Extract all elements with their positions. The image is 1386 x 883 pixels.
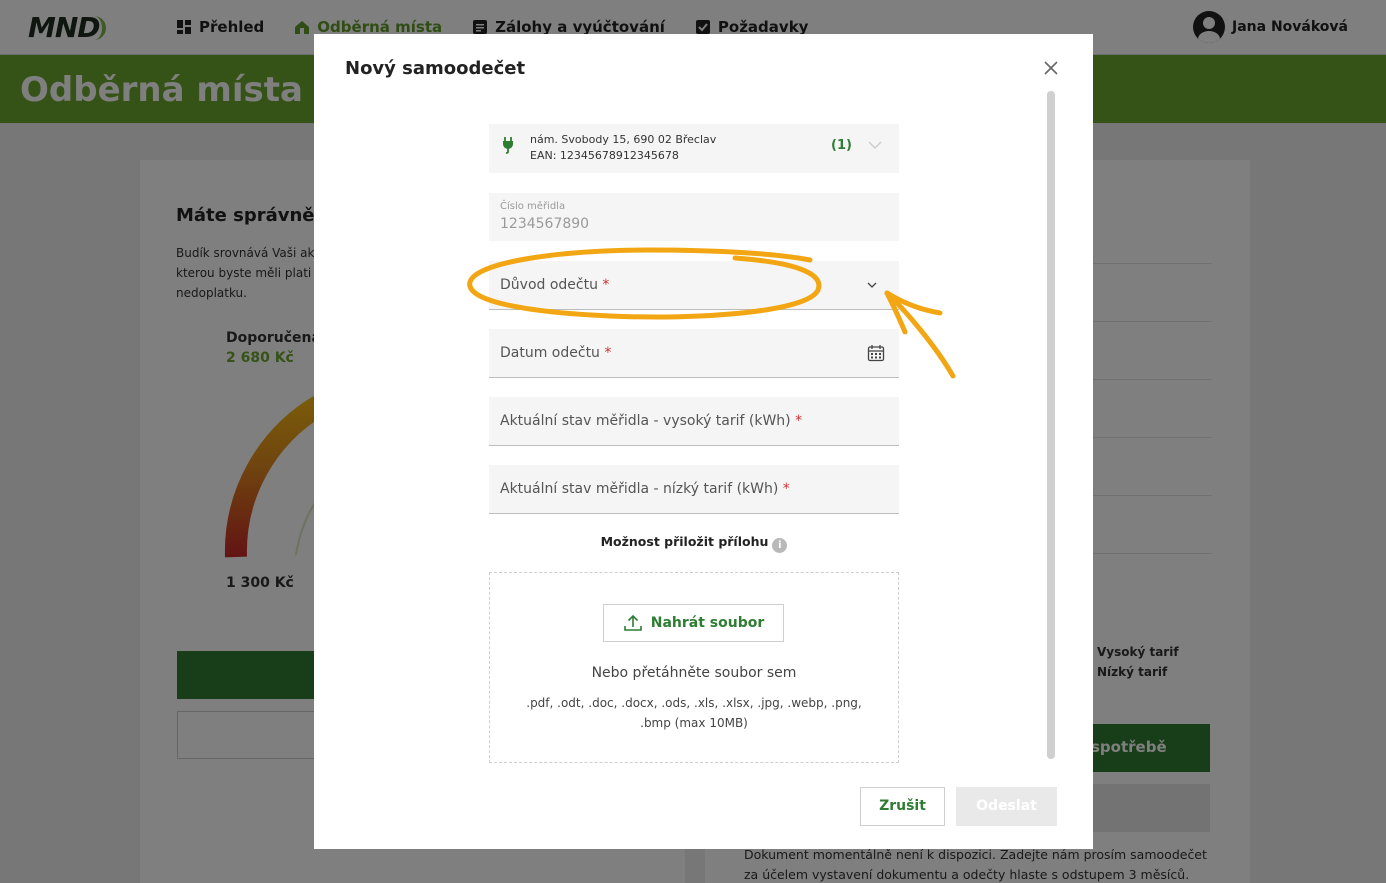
meter-number-value: 1234567890 bbox=[500, 216, 590, 232]
supply-point-ean: EAN: 12345678912345678 bbox=[530, 149, 679, 162]
supply-point-count: (1) bbox=[831, 138, 852, 153]
supply-point-select[interactable]: nám. Svobody 15, 690 02 Břeclav EAN: 123… bbox=[489, 124, 899, 173]
dialog-title: Nový samoodečet bbox=[345, 58, 526, 79]
allowed-formats: .pdf, .odt, .doc, .docx, .ods, .xls, .xl… bbox=[526, 696, 862, 730]
chevron-down-icon bbox=[867, 282, 877, 288]
submit-button[interactable]: Odeslat bbox=[956, 787, 1057, 826]
reading-reason-select[interactable]: Důvod odečtu * bbox=[489, 261, 899, 310]
low-tariff-label: Aktuální stav měřidla - nízký tarif (kWh… bbox=[500, 481, 790, 497]
file-dropzone[interactable]: Nahrát soubor Nebo přetáhněte soubor sem… bbox=[489, 572, 899, 763]
upload-file-button[interactable]: Nahrát soubor bbox=[603, 604, 784, 642]
upload-file-label: Nahrát soubor bbox=[650, 615, 765, 631]
attachment-title: Možnost přiložit přílohu i bbox=[489, 534, 899, 553]
meter-number-label: Číslo měřidla bbox=[500, 201, 566, 212]
plug-icon bbox=[503, 137, 513, 154]
high-tariff-label: Aktuální stav měřidla - vysoký tarif (kW… bbox=[500, 413, 803, 429]
high-tariff-input[interactable]: Aktuální stav měřidla - vysoký tarif (kW… bbox=[489, 397, 899, 446]
upload-icon bbox=[623, 614, 642, 631]
reading-date-label: Datum odečtu * bbox=[500, 345, 612, 361]
low-tariff-input[interactable]: Aktuální stav měřidla - nízký tarif (kWh… bbox=[489, 465, 899, 514]
chevron-down-icon bbox=[868, 141, 882, 149]
reading-date-field[interactable]: Datum odečtu * bbox=[489, 329, 899, 378]
new-reading-dialog: Nový samoodečet nám. Svobody 15, 690 02 … bbox=[314, 34, 1093, 849]
calendar-icon[interactable] bbox=[867, 344, 885, 362]
scrollbar-thumb[interactable] bbox=[1047, 91, 1055, 759]
supply-point-address: nám. Svobody 15, 690 02 Břeclav bbox=[530, 133, 717, 146]
cancel-button[interactable]: Zrušit bbox=[860, 787, 945, 826]
close-icon[interactable] bbox=[1041, 58, 1061, 78]
drop-hint: Nebo přetáhněte soubor sem bbox=[591, 665, 797, 681]
meter-number-field: Číslo měřidla 1234567890 bbox=[489, 193, 899, 241]
info-icon[interactable]: i bbox=[772, 538, 788, 553]
reading-reason-label: Důvod odečtu * bbox=[500, 277, 610, 293]
dialog-scrollbar[interactable] bbox=[1047, 91, 1055, 759]
